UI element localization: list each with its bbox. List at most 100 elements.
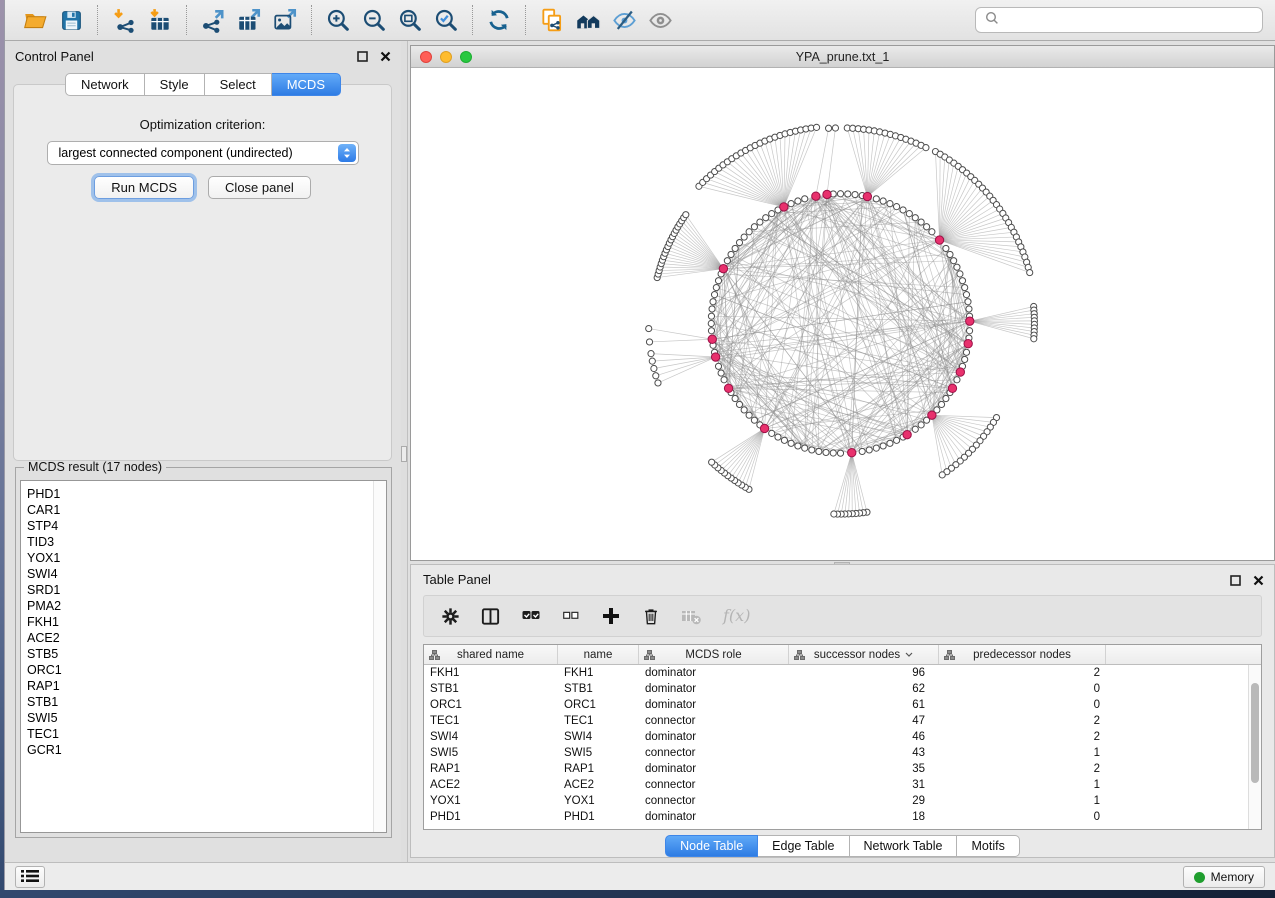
mcds-result-item[interactable]: GCR1 (27, 742, 386, 758)
mcds-result-item[interactable]: SWI5 (27, 710, 386, 726)
table-cell: 35 (789, 763, 939, 775)
network-window-title: YPA_prune.txt_1 (796, 50, 890, 64)
zoom-in-icon[interactable] (320, 3, 356, 37)
right-area: YPA_prune.txt_1 Table Panel f(x) shared … (408, 41, 1275, 862)
run-mcds-button[interactable]: Run MCDS (94, 176, 194, 199)
table-row[interactable]: ORC1ORC1dominator610 (424, 697, 1261, 713)
column-header-successor-nodes[interactable]: successor nodes (789, 645, 939, 664)
tab-motifs[interactable]: Motifs (957, 835, 1019, 857)
zoom-fit-icon[interactable] (392, 3, 428, 37)
splitter-grip[interactable] (401, 446, 407, 462)
close-panel-button[interactable]: Close panel (208, 176, 311, 199)
network-view-window: YPA_prune.txt_1 (410, 45, 1275, 561)
mcds-result-item[interactable]: STB1 (27, 694, 386, 710)
table-row[interactable]: SWI5SWI5connector431 (424, 745, 1261, 761)
memory-status-icon (1194, 872, 1205, 883)
tab-mcds[interactable]: MCDS (272, 73, 341, 96)
mcds-result-item[interactable]: SRD1 (27, 582, 386, 598)
vertical-splitter[interactable] (401, 41, 408, 862)
zoom-selected-icon[interactable] (428, 3, 464, 37)
table-row[interactable]: RAP1RAP1dominator352 (424, 761, 1261, 777)
table-row[interactable]: YOX1YOX1connector291 (424, 793, 1261, 809)
table-row[interactable]: SWI4SWI4dominator462 (424, 729, 1261, 745)
mcds-result-item[interactable]: TID3 (27, 534, 386, 550)
table-cell: dominator (639, 699, 789, 711)
main-toolbar (5, 0, 1275, 41)
search-input[interactable] (1005, 13, 1253, 27)
mcds-result-item[interactable]: YOX1 (27, 550, 386, 566)
table-cell: connector (639, 795, 789, 807)
column-header-name[interactable]: name (558, 645, 639, 664)
mcds-result-list[interactable]: PHD1CAR1STP4TID3YOX1SWI4SRD1PMA2FKH1ACE2… (20, 480, 387, 833)
delete-columns-icon[interactable] (641, 604, 661, 628)
export-image-icon[interactable] (267, 3, 303, 37)
mcds-result-item[interactable]: SWI4 (27, 566, 386, 582)
table-row[interactable]: TEC1TEC1connector472 (424, 713, 1261, 729)
float-table-panel-icon[interactable] (1229, 574, 1242, 587)
table-body: FKH1FKH1dominator962STB1STB1dominator620… (424, 665, 1261, 825)
save-session-icon[interactable] (53, 3, 89, 37)
tab-edge-table[interactable]: Edge Table (758, 835, 849, 857)
tab-select[interactable]: Select (205, 73, 272, 96)
export-network-icon[interactable] (195, 3, 231, 37)
zoom-out-icon[interactable] (356, 3, 392, 37)
close-table-panel-icon[interactable] (1252, 574, 1265, 587)
clone-network-icon[interactable] (534, 3, 570, 37)
toolbar-separator (311, 5, 312, 35)
mcds-result-item[interactable]: ACE2 (27, 630, 386, 646)
tab-style[interactable]: Style (145, 73, 205, 96)
mcds-result-item[interactable]: TEC1 (27, 726, 386, 742)
deselect-all-icon[interactable] (561, 604, 581, 628)
column-header-MCDS-role[interactable]: MCDS role (639, 645, 789, 664)
apply-layout-refresh-icon[interactable] (481, 3, 517, 37)
mcds-result-item[interactable]: PMA2 (27, 598, 386, 614)
table-cell: 96 (789, 667, 939, 679)
table-row[interactable]: PHD1PHD1dominator180 (424, 809, 1261, 825)
column-header-shared-name[interactable]: shared name (424, 645, 558, 664)
optimization-criterion-select[interactable]: largest connected component (undirected) (47, 141, 359, 165)
select-all-icon[interactable] (520, 604, 542, 628)
export-table-icon[interactable] (231, 3, 267, 37)
table-scrollbar[interactable] (1248, 665, 1261, 829)
mcds-result-item[interactable]: FKH1 (27, 614, 386, 630)
control-panel-title: Control Panel (5, 41, 401, 64)
import-network-icon[interactable] (106, 3, 142, 37)
table-row[interactable]: ACE2ACE2connector311 (424, 777, 1261, 793)
network-canvas[interactable] (411, 68, 1274, 560)
mcds-result-item[interactable]: ORC1 (27, 662, 386, 678)
open-file-icon[interactable] (17, 3, 53, 37)
mcds-result-items: PHD1CAR1STP4TID3YOX1SWI4SRD1PMA2FKH1ACE2… (27, 486, 386, 758)
table-mode-gear-icon[interactable] (440, 604, 461, 628)
close-window-icon[interactable] (420, 51, 432, 63)
maximize-window-icon[interactable] (460, 51, 472, 63)
mcds-result-item[interactable]: PHD1 (27, 486, 386, 502)
memory-button[interactable]: Memory (1183, 866, 1265, 888)
import-table-icon[interactable] (142, 3, 178, 37)
new-column-icon[interactable] (600, 604, 622, 628)
show-columns-icon[interactable] (480, 604, 501, 628)
minimize-window-icon[interactable] (440, 51, 452, 63)
table-row[interactable]: STB1STB1dominator620 (424, 681, 1261, 697)
first-neighbors-icon[interactable] (570, 3, 606, 37)
network-window-titlebar[interactable]: YPA_prune.txt_1 (411, 46, 1274, 68)
show-all-icon[interactable] (642, 3, 678, 37)
tab-network-table[interactable]: Network Table (850, 835, 958, 857)
mcds-result-item[interactable]: RAP1 (27, 678, 386, 694)
mcds-result-item[interactable]: CAR1 (27, 502, 386, 518)
task-history-button[interactable] (15, 866, 45, 888)
close-panel-icon[interactable] (379, 50, 392, 63)
hide-selected-icon[interactable] (606, 3, 642, 37)
mcds-result-item[interactable]: STB5 (27, 646, 386, 662)
table-cell: connector (639, 747, 789, 759)
table-scrollbar-thumb[interactable] (1251, 683, 1259, 783)
table-row[interactable]: FKH1FKH1dominator962 (424, 665, 1261, 681)
column-header-predecessor-nodes[interactable]: predecessor nodes (939, 645, 1106, 664)
mcds-pane: Optimization criterion: largest connecte… (13, 84, 392, 461)
float-panel-icon[interactable] (356, 50, 369, 63)
table-cell: connector (639, 779, 789, 791)
tab-node-table[interactable]: Node Table (665, 835, 758, 857)
tab-network[interactable]: Network (65, 73, 145, 96)
mcds-result-item[interactable]: STP4 (27, 518, 386, 534)
network-search-box[interactable] (975, 7, 1263, 33)
mcds-list-scrollbar[interactable] (373, 481, 386, 832)
